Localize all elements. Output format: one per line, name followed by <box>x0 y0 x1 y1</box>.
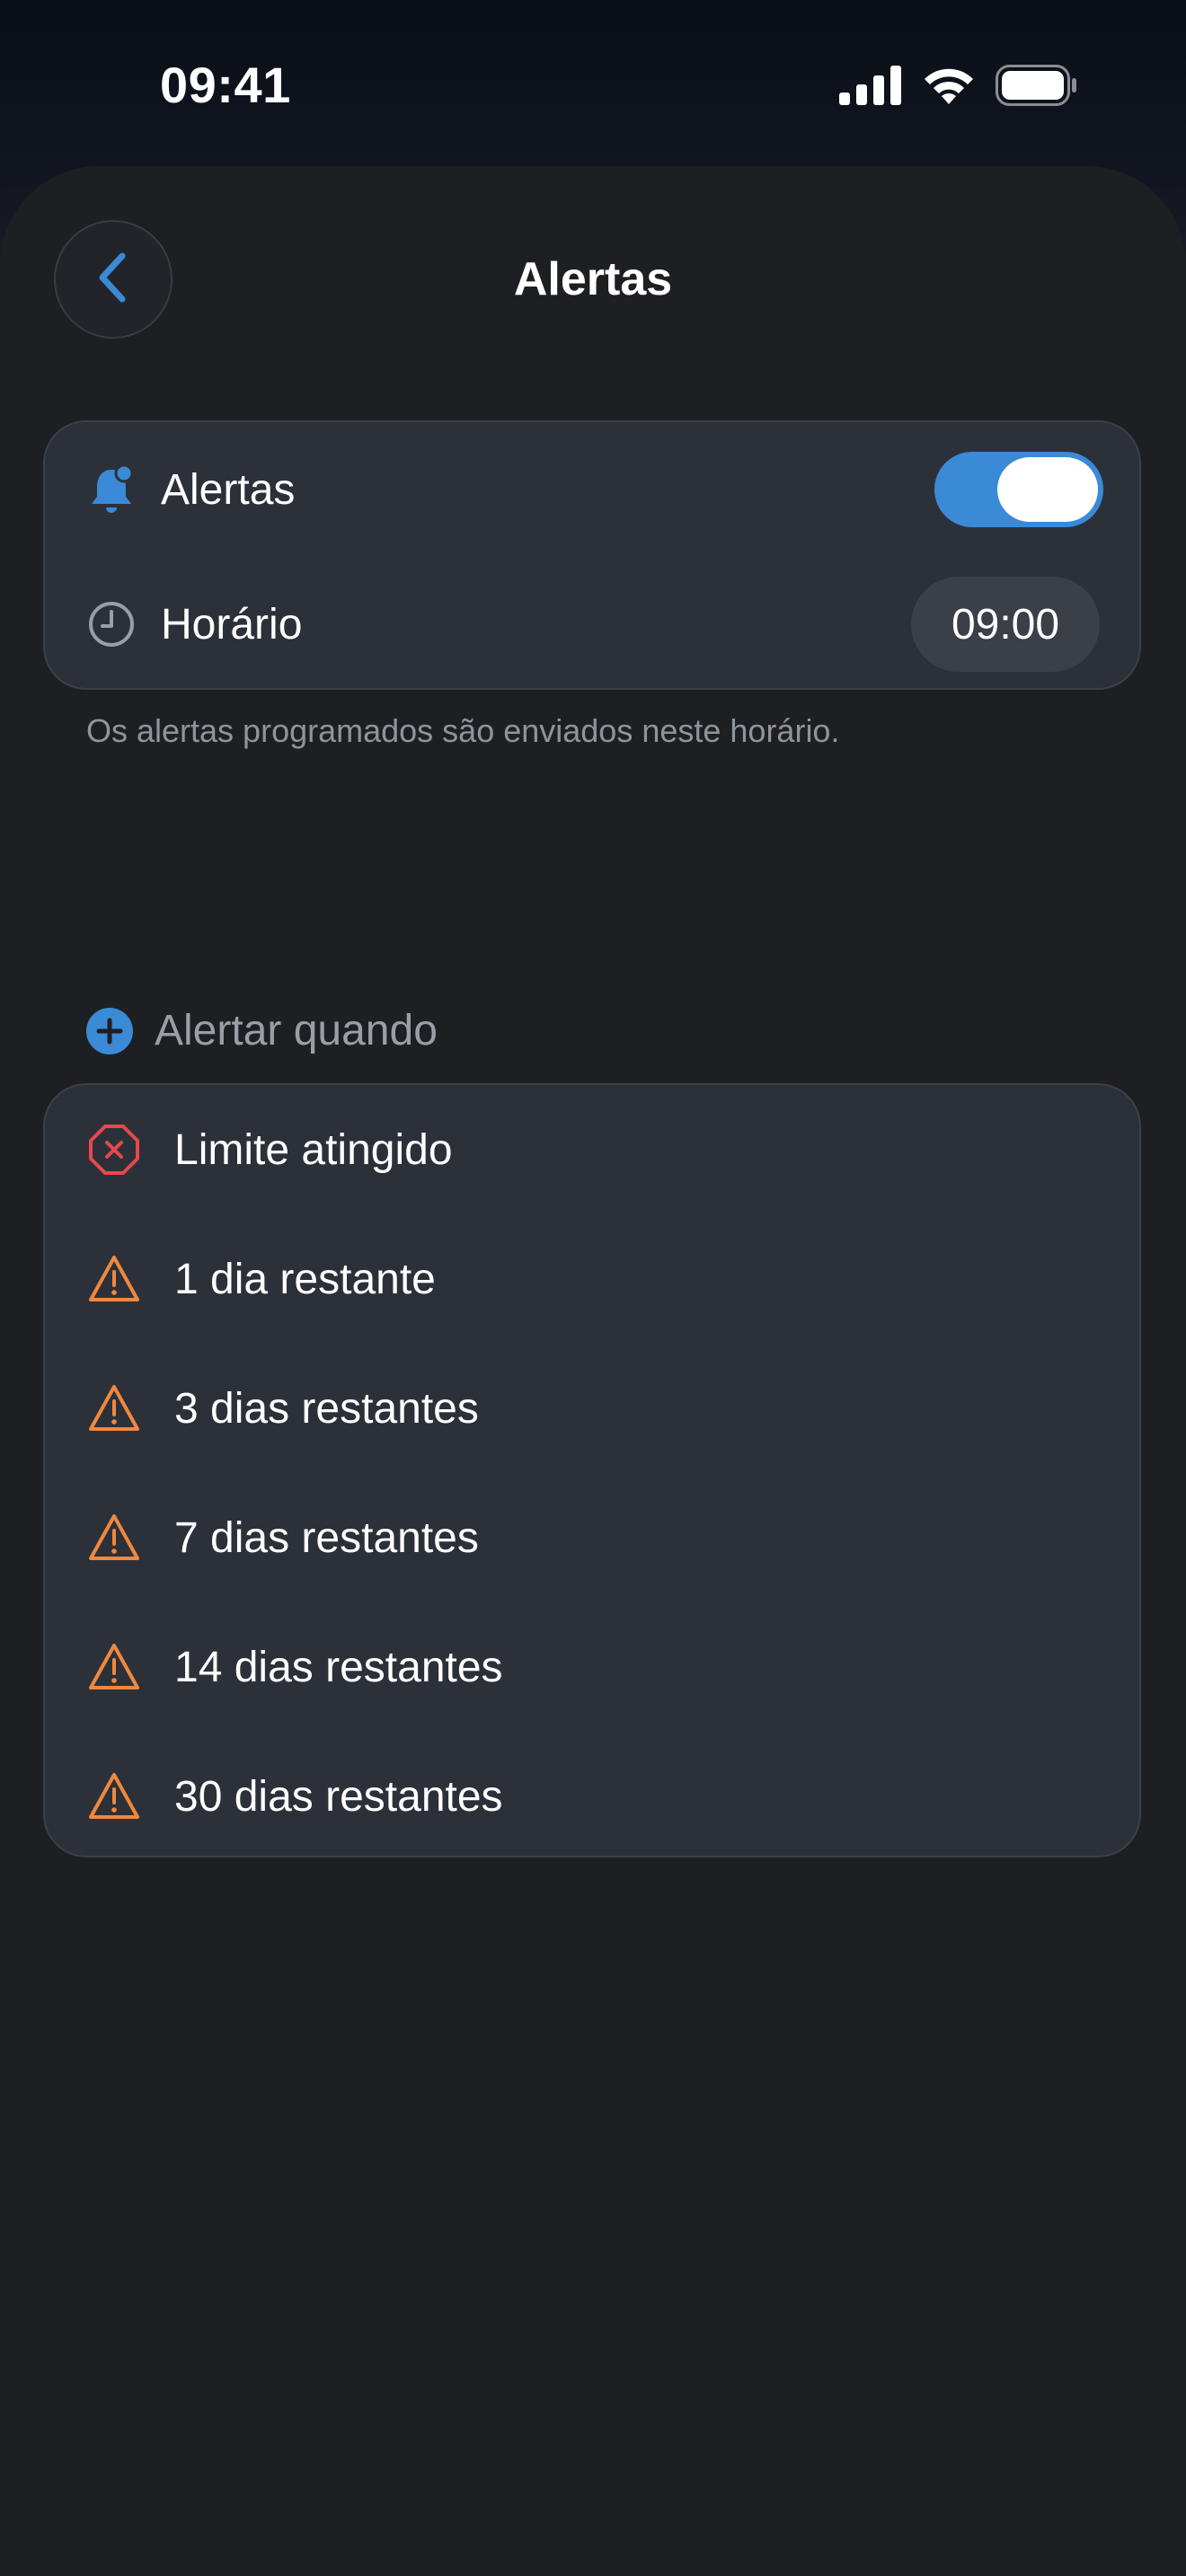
list-item-label: 14 dias restantes <box>174 1643 503 1691</box>
alert-when-label: Alertar quando <box>155 1007 438 1054</box>
list-item-14-days[interactable]: 14 dias restantes <box>45 1602 1139 1732</box>
page-title: Alertas <box>513 253 673 305</box>
warning-triangle-icon <box>88 1382 140 1434</box>
cellular-signal-icon <box>839 66 902 110</box>
list-item-label: 7 dias restantes <box>174 1513 479 1562</box>
sheet: Alertas Alertas Horário 09:00 Os alertas… <box>0 166 1186 2576</box>
status-icons <box>839 65 1078 110</box>
status-time: 09:41 <box>160 57 291 113</box>
list-item-label: 1 dia restante <box>174 1255 436 1303</box>
list-item-30-days[interactable]: 30 dias restantes <box>45 1732 1139 1861</box>
plus-circle-icon <box>86 1007 133 1054</box>
wifi-icon <box>922 65 976 110</box>
bell-badge-icon <box>88 464 135 513</box>
list-item-label: 30 dias restantes <box>174 1772 503 1821</box>
battery-icon <box>996 65 1078 110</box>
alert-conditions-card: Limite atingido 1 dia restante 3 dias re… <box>43 1083 1141 1857</box>
list-item-7-days[interactable]: 7 dias restantes <box>45 1473 1139 1602</box>
settings-card: Alertas Horário 09:00 <box>43 420 1141 690</box>
alert-when-header[interactable]: Alertar quando <box>86 1006 438 1055</box>
time-picker-button[interactable]: 09:00 <box>911 577 1100 672</box>
time-label: Horário <box>161 600 303 648</box>
warning-triangle-icon <box>88 1770 140 1822</box>
clock-icon <box>88 601 135 648</box>
list-item-limit-reached[interactable]: Limite atingido <box>45 1085 1139 1214</box>
toggle-knob <box>997 457 1098 522</box>
alerts-toggle[interactable] <box>934 452 1103 527</box>
list-item-3-days[interactable]: 3 dias restantes <box>45 1344 1139 1473</box>
warning-triangle-icon <box>88 1512 140 1564</box>
time-footnote: Os alertas programados são enviados nest… <box>86 712 840 749</box>
alerts-row: Alertas <box>45 422 1139 557</box>
list-item-label: Limite atingido <box>174 1125 453 1174</box>
warning-triangle-icon <box>88 1253 140 1305</box>
xmark-octagon-icon <box>88 1124 140 1176</box>
list-item-label: 3 dias restantes <box>174 1384 479 1433</box>
warning-triangle-icon <box>88 1641 140 1693</box>
status-bar: 09:41 <box>0 0 1186 171</box>
screen: 09:41 Alertas Alertas Horário 09:00 Os a… <box>0 0 1186 2576</box>
list-item-1-day[interactable]: 1 dia restante <box>45 1214 1139 1344</box>
alerts-label: Alertas <box>161 465 296 514</box>
time-row: Horário 09:00 <box>45 557 1139 692</box>
